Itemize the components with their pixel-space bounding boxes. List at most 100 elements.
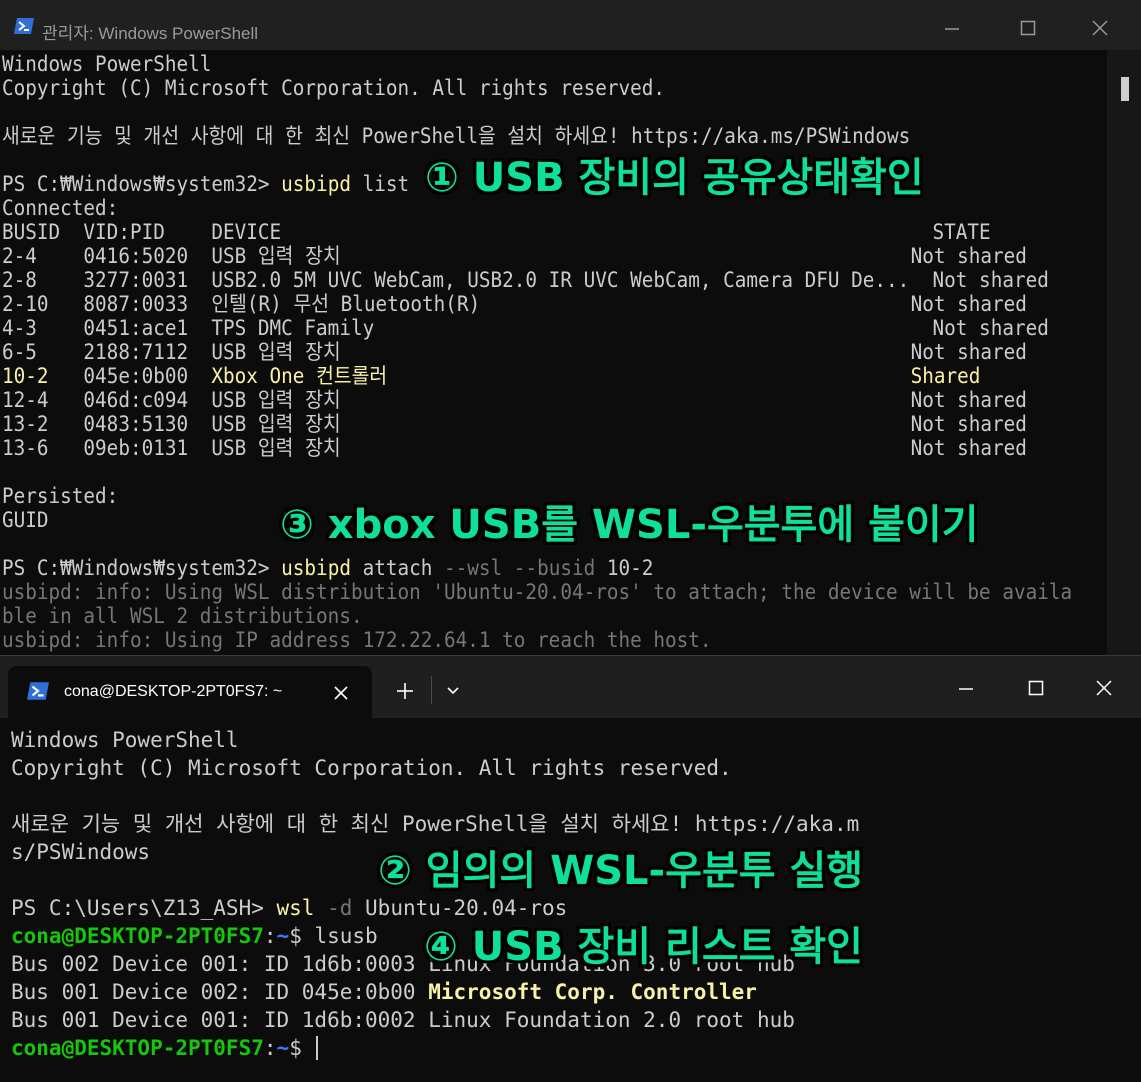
new-tab-plus-icon[interactable] — [392, 678, 418, 704]
console-line: 6-5 2188:7112 USB 입력 장치 Not shared — [2, 340, 1072, 364]
console-line: 13-2 0483:5130 USB 입력 장치 Not shared — [2, 412, 1072, 436]
console-text: 새로운 기능 및 개선 사항에 대 한 최신 PowerShell을 설치 하세… — [11, 812, 860, 836]
console-text: ~ — [276, 924, 290, 948]
powershell-icon — [27, 682, 49, 700]
close-button[interactable] — [1080, 10, 1120, 46]
console-text: 4-3 0451:ace1 TPS DMC Family Not shared — [2, 316, 1049, 340]
console-text: usbipd — [281, 556, 351, 580]
title-bar[interactable]: 관리자: Windows PowerShell — [0, 0, 1141, 50]
console-text: attach — [350, 556, 445, 580]
console-line: Windows PowerShell — [2, 52, 1072, 76]
console-text: 2-10 8087:0033 인텔(R) 무선 Bluetooth(R) Not… — [2, 292, 1027, 316]
minimize-button[interactable] — [932, 10, 972, 46]
console-text: Copyright (C) Microsoft Corporation. All… — [11, 756, 732, 780]
console-text: 10-2 — [595, 556, 654, 580]
console-text: : — [263, 924, 277, 948]
console-text: Xbox One 컨트롤러 — [211, 364, 911, 388]
console-line: 2-8 3277:0031 USB2.0 5M UVC WebCam, USB2… — [2, 268, 1072, 292]
close-icon — [1092, 20, 1108, 36]
console-text: : — [263, 1036, 277, 1060]
console-text: Connected: — [2, 196, 119, 220]
console-output-admin[interactable]: Windows PowerShell Copyright (C) Microsof… — [2, 52, 1141, 652]
console-text: GUID — [2, 508, 49, 532]
console-text: usbipd — [281, 172, 351, 196]
console-text: 045e:0b00 — [48, 364, 212, 388]
console-output-wsl[interactable]: Windows PowerShell Copyright (C) Microsof… — [11, 726, 859, 1062]
console-line: BUSID VID:PID DEVICE STATE — [2, 220, 1072, 244]
tab-separator — [431, 676, 432, 704]
close-button[interactable] — [1084, 670, 1124, 706]
minimize-icon — [945, 28, 959, 30]
console-line: PS C:\Users\Z13_ASH> wsl -d Ubuntu-20.04… — [11, 894, 859, 922]
tab-close-icon[interactable] — [330, 682, 352, 704]
console-text: Persisted: — [2, 484, 119, 508]
console-text: Microsoft Corp. Controller — [428, 980, 757, 1004]
console-line: 12-4 046d:c094 USB 입력 장치 Not shared — [2, 388, 1072, 412]
console-line: 새로운 기능 및 개선 사항에 대 한 최신 PowerShell을 설치 하세… — [2, 124, 1072, 148]
console-text: Copyright (C) Microsoft Corporation. All… — [2, 76, 666, 100]
console-text: Ubuntu-20.04-ros — [352, 896, 568, 920]
console-line: 새로운 기능 및 개선 사항에 대 한 최신 PowerShell을 설치 하세… — [11, 810, 859, 838]
maximize-icon — [1020, 20, 1036, 36]
console-line: ble in all WSL 2 distributions. — [2, 604, 1072, 628]
console-line: Windows PowerShell — [11, 726, 859, 754]
console-text: Bus 001 Device 002: ID 045e:0b00 — [11, 980, 429, 1004]
console-line: Copyright (C) Microsoft Corporation. All… — [11, 754, 859, 782]
console-line: 2-4 0416:5020 USB 입력 장치 Not shared — [2, 244, 1072, 268]
console-text: s/PSWindows — [11, 840, 151, 864]
annotation-step4: ④ USB 장비 리스트 확인 — [424, 924, 863, 970]
console-text: cona@DESKTOP-2PT0FS7 — [11, 1036, 264, 1060]
powershell-icon — [14, 18, 34, 34]
annotation-step1: ① USB 장비의 공유상태확인 — [425, 155, 924, 201]
console-text: --wsl --busid — [444, 556, 596, 580]
text-cursor — [316, 1036, 319, 1060]
maximize-button[interactable] — [1016, 670, 1056, 706]
maximize-button[interactable] — [1008, 10, 1048, 46]
chevron-down-icon[interactable] — [440, 678, 466, 704]
console-text: list — [350, 172, 410, 196]
console-text: PS C:₩Windows₩system32> — [2, 556, 282, 580]
console-line: usbipd: info: Using IP address 172.22.64… — [2, 628, 1072, 652]
console-line: 10-2 045e:0b00 Xbox One 컨트롤러 Shared — [2, 364, 1072, 388]
console-text: $ lsusb — [289, 924, 378, 948]
tab-wsl-ubuntu[interactable]: cona@DESKTOP-2PT0FS7: ~ — [8, 666, 372, 718]
console-text: Shared — [910, 364, 981, 388]
console-line: PS C:₩Windows₩system32> usbipd attach --… — [2, 556, 1072, 580]
tab-strip[interactable]: cona@DESKTOP-2PT0FS7: ~ — [0, 656, 1141, 718]
console-text: 새로운 기능 및 개선 사항에 대 한 최신 PowerShell을 설치 하세… — [2, 124, 911, 148]
annotation-step3: ③ xbox USB를 WSL-우분투에 붙이기 — [280, 502, 979, 548]
minimize-button[interactable] — [946, 670, 986, 706]
console-line: cona@DESKTOP-2PT0FS7:~$ — [11, 1034, 859, 1062]
console-text: Windows PowerShell — [11, 728, 239, 752]
console-text: ble in all WSL 2 distributions. — [2, 604, 363, 628]
console-text: $ — [289, 1036, 315, 1060]
console-text: wsl — [276, 896, 315, 920]
window-title: 관리자: Windows PowerShell — [42, 24, 259, 43]
maximize-icon — [1028, 680, 1044, 696]
console-text: 13-2 0483:5130 USB 입력 장치 Not shared — [2, 412, 1027, 436]
console-text: BUSID VID:PID DEVICE STATE — [2, 220, 991, 244]
console-line: Copyright (C) Microsoft Corporation. All… — [2, 76, 1072, 100]
console-text: -d — [314, 896, 353, 920]
console-text: usbipd: info: Using WSL distribution 'Ub… — [2, 580, 1073, 604]
console-line: Bus 001 Device 001: ID 1d6b:0002 Linux F… — [11, 1006, 859, 1034]
minimize-icon — [959, 688, 973, 690]
console-text: Bus 001 Device 001: ID 1d6b:0002 Linux F… — [11, 1008, 795, 1032]
console-text: cona@DESKTOP-2PT0FS7 — [11, 924, 264, 948]
console-text: 10-2 — [2, 364, 49, 388]
console-line: usbipd: info: Using WSL distribution 'Ub… — [2, 580, 1072, 604]
tab-title: cona@DESKTOP-2PT0FS7: ~ — [64, 683, 283, 700]
console-text: 12-4 046d:c094 USB 입력 장치 Not shared — [2, 388, 1027, 412]
annotation-step2: ② 임의의 WSL-우분투 실행 — [378, 848, 864, 894]
console-text: PS C:₩Windows₩system32> — [2, 172, 282, 196]
console-line: 4-3 0451:ace1 TPS DMC Family Not shared — [2, 316, 1072, 340]
close-icon — [1096, 680, 1112, 696]
console-text: PS C:\Users\Z13_ASH> — [11, 896, 277, 920]
console-text: 2-4 0416:5020 USB 입력 장치 Not shared — [2, 244, 1027, 268]
console-line: 13-6 09eb:0131 USB 입력 장치 Not shared — [2, 436, 1072, 460]
console-line: Bus 001 Device 002: ID 045e:0b00 Microso… — [11, 978, 859, 1006]
console-text: Windows PowerShell — [2, 52, 212, 76]
